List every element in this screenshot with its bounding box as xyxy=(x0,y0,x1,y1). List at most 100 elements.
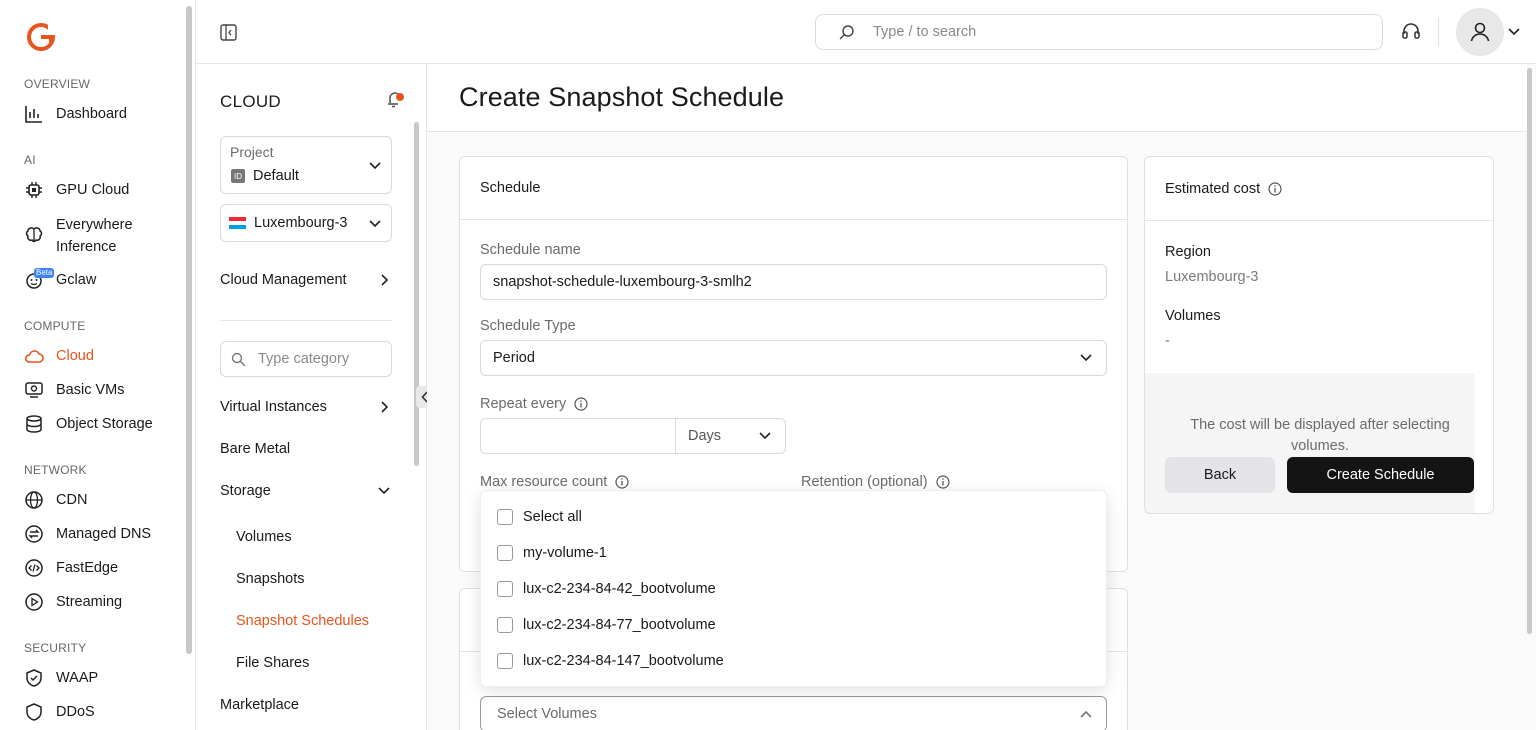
option-select-all[interactable]: Select all xyxy=(497,509,582,525)
nav-basic-vms[interactable]: Basic VMs xyxy=(24,380,125,400)
project-id-badge: ID xyxy=(231,169,245,183)
create-schedule-button[interactable]: Create Schedule xyxy=(1287,457,1474,493)
schedule-name-label: Schedule name xyxy=(480,242,581,258)
gcore-logo-icon[interactable] xyxy=(26,22,56,52)
project-label: Project xyxy=(230,144,274,160)
info-icon xyxy=(935,475,950,489)
play-icon xyxy=(24,592,44,612)
option-volume[interactable]: lux-c2-234-84-42_bootvolume xyxy=(497,581,716,597)
subnav-storage[interactable]: Storage xyxy=(220,483,390,499)
nav-dashboard[interactable]: Dashboard xyxy=(24,104,127,124)
subnav-bare-metal[interactable]: Bare Metal xyxy=(220,441,390,457)
region-selector[interactable]: Luxembourg-3 xyxy=(220,204,392,242)
project-value: Default xyxy=(253,168,299,184)
subnav-cloud-management-label: Cloud Management xyxy=(220,272,347,288)
nav-fastedge[interactable]: FastEdge xyxy=(24,558,118,578)
section-ai: AI xyxy=(24,153,36,167)
search-icon xyxy=(838,24,855,41)
subnav-scrollbar[interactable] xyxy=(414,122,419,466)
category-search[interactable]: Type category xyxy=(220,341,392,377)
chevron-down-icon xyxy=(369,161,381,171)
nav-gclaw-label: Gclaw xyxy=(56,272,97,288)
subnav-cloud-management[interactable]: Cloud Management xyxy=(220,272,390,288)
select-volumes-input[interactable]: Select Volumes xyxy=(480,696,1107,730)
volumes-dropdown: Select all my-volume-1 lux-c2-234-84-42_… xyxy=(480,490,1107,687)
subnav-volumes[interactable]: Volumes xyxy=(236,529,292,545)
user-avatar-button[interactable] xyxy=(1456,8,1504,56)
global-search[interactable]: Type / to search xyxy=(815,14,1383,50)
subnav-storage-label: Storage xyxy=(220,483,271,499)
page-title: Create Snapshot Schedule xyxy=(459,82,785,112)
bar-chart-icon xyxy=(24,104,44,124)
bell-icon[interactable] xyxy=(385,88,407,110)
option-volume[interactable]: lux-c2-234-84-77_bootvolume xyxy=(497,617,716,633)
schedule-name-input[interactable]: snapshot-schedule-luxembourg-3-smlh2 xyxy=(480,264,1107,300)
section-network: NETWORK xyxy=(24,463,87,477)
subnav-snapshot-schedules[interactable]: Snapshot Schedules xyxy=(236,613,369,629)
subnav-bare-metal-label: Bare Metal xyxy=(220,441,291,457)
nav-cloud[interactable]: Cloud xyxy=(24,346,94,366)
subnav-virtual-instances-label: Virtual Instances xyxy=(220,399,327,415)
schedule-heading: Schedule xyxy=(460,157,1127,220)
subnav-file-shares[interactable]: File Shares xyxy=(236,655,309,671)
monitor-icon xyxy=(24,380,44,400)
code-icon xyxy=(24,558,44,578)
headset-icon[interactable] xyxy=(1400,21,1422,43)
cloud-icon xyxy=(24,346,44,366)
nav-waap[interactable]: WAAP xyxy=(24,668,98,688)
estimated-cost-heading: Estimated cost xyxy=(1145,157,1493,221)
back-button[interactable]: Back xyxy=(1165,457,1275,493)
subnav-marketplace-label: Marketplace xyxy=(220,697,299,713)
nav-ddos[interactable]: DDoS xyxy=(24,702,95,722)
luxembourg-flag-icon xyxy=(229,217,246,229)
checkbox[interactable] xyxy=(497,617,513,633)
project-selector[interactable]: Project ID Default xyxy=(220,136,392,194)
max-resource-count-label: Max resource count xyxy=(480,474,629,490)
info-icon xyxy=(615,475,629,489)
nav-everywhere-inference[interactable]: Everywhere Inference xyxy=(24,214,133,258)
nav-streaming[interactable]: Streaming xyxy=(24,592,122,612)
checkbox[interactable] xyxy=(497,509,513,525)
repeat-unit-select[interactable]: Days xyxy=(675,418,786,454)
chevron-right-icon xyxy=(380,274,390,286)
page-title-bar: Create Snapshot Schedule xyxy=(427,64,1527,132)
cost-region-value: Luxembourg-3 xyxy=(1165,269,1259,285)
sidebar-scrollbar[interactable] xyxy=(186,6,192,654)
option-volume[interactable]: lux-c2-234-84-147_bootvolume xyxy=(497,653,724,669)
shield-icon xyxy=(24,668,44,688)
cloud-title: CLOUD xyxy=(220,92,282,111)
retention-label: Retention (optional) xyxy=(801,474,950,490)
checkbox[interactable] xyxy=(497,581,513,597)
nav-object-storage-label: Object Storage xyxy=(56,416,153,432)
checkbox[interactable] xyxy=(497,545,513,561)
dns-arrows-icon xyxy=(24,524,44,544)
globe-icon xyxy=(24,490,44,510)
option-label: lux-c2-234-84-42_bootvolume xyxy=(523,581,716,597)
option-volume[interactable]: my-volume-1 xyxy=(497,545,607,561)
select-volumes-placeholder: Select Volumes xyxy=(497,706,597,722)
chevron-down-icon[interactable] xyxy=(1508,27,1520,37)
subnav-snapshots[interactable]: Snapshots xyxy=(236,571,305,587)
checkbox[interactable] xyxy=(497,653,513,669)
nav-object-storage[interactable]: Object Storage xyxy=(24,414,153,434)
primary-sidebar: OVERVIEW Dashboard AI GPU Cloud Everywhe… xyxy=(0,0,196,730)
collapse-sidebar-icon[interactable] xyxy=(220,24,237,41)
category-search-placeholder: Type category xyxy=(258,351,350,367)
subnav-virtual-instances[interactable]: Virtual Instances xyxy=(220,399,390,415)
subnav-marketplace[interactable]: Marketplace xyxy=(220,697,390,713)
chevron-down-icon xyxy=(1080,353,1092,363)
repeat-every-input[interactable] xyxy=(480,418,676,454)
option-label: my-volume-1 xyxy=(523,545,607,561)
cost-volumes-value: - xyxy=(1165,333,1170,349)
nav-streaming-label: Streaming xyxy=(56,594,123,610)
schedule-type-select[interactable]: Period xyxy=(480,340,1107,376)
chevron-down-icon xyxy=(369,219,381,229)
nav-gpu-cloud[interactable]: GPU Cloud xyxy=(24,180,129,200)
cost-note: The cost will be displayed after selecti… xyxy=(1190,417,1450,454)
cost-region-label: Region xyxy=(1165,244,1211,260)
main-scrollbar[interactable] xyxy=(1527,68,1532,634)
nav-cdn[interactable]: CDN xyxy=(24,490,87,510)
beta-badge: Beta xyxy=(34,268,55,278)
nav-managed-dns[interactable]: Managed DNS xyxy=(24,524,151,544)
info-icon[interactable] xyxy=(1268,181,1282,196)
